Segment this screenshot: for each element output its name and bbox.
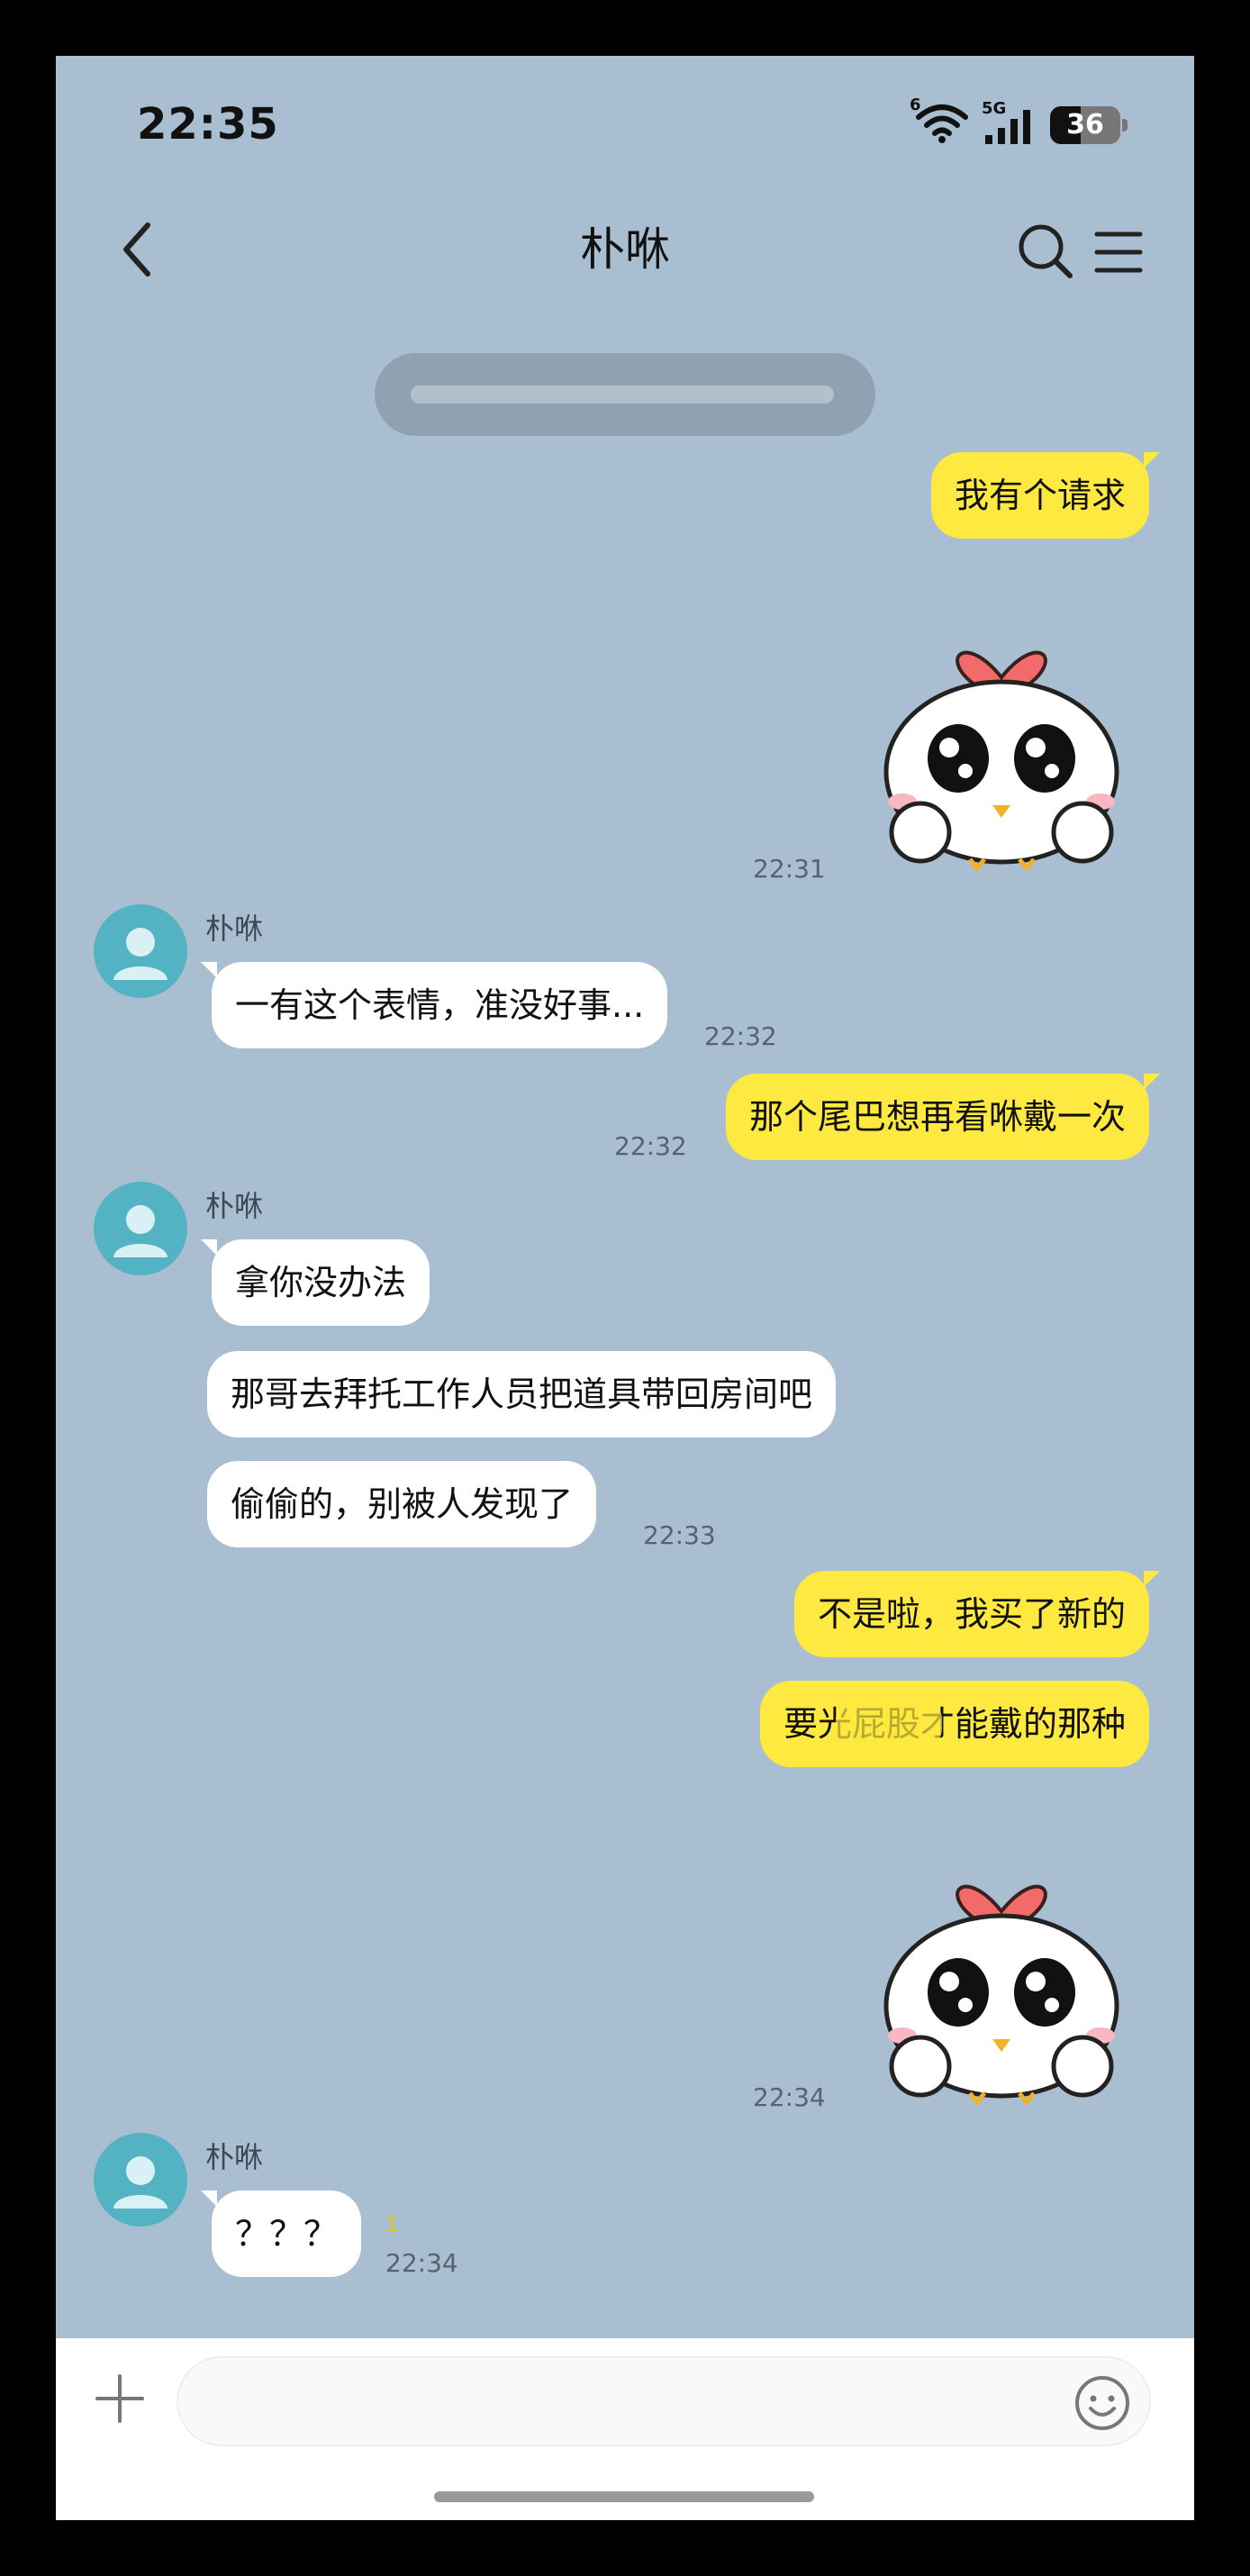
chick-heart-sticker[interactable] xyxy=(866,1812,1137,2109)
blurred-text xyxy=(411,385,834,404)
chick-heart-sticker[interactable] xyxy=(866,578,1137,875)
status-icons: 6 5G 36 xyxy=(910,95,1128,148)
battery-level: 36 xyxy=(1066,109,1104,141)
message-input[interactable] xyxy=(177,2356,1151,2446)
message-text: 要光屁股才能戴的那种 xyxy=(783,1704,1126,1744)
wifi-badge: 6 xyxy=(910,95,921,114)
sender-name: 朴咻 xyxy=(205,1189,264,1223)
message-bubble-incoming[interactable]: 拿你没办法 xyxy=(200,1239,430,1326)
system-notice xyxy=(375,353,875,436)
avatar[interactable] xyxy=(94,904,187,998)
message-bubble-incoming[interactable]: 一有这个表情，准没好事... xyxy=(200,962,668,1048)
input-bar xyxy=(56,2338,1194,2520)
message-bubble-outgoing[interactable]: 要光屁股才能戴的那种 xyxy=(759,1681,1149,1767)
plus-icon[interactable] xyxy=(92,2371,148,2426)
status-time: 22:35 xyxy=(137,99,279,150)
home-indicator xyxy=(434,2491,814,2502)
message-time: 22:32 xyxy=(704,1021,777,1051)
battery-icon: 36 xyxy=(1050,106,1128,144)
sender-name: 朴咻 xyxy=(205,912,264,946)
message-bubble-incoming[interactable]: 那哥去拜托工作人员把道具带回房间吧 xyxy=(207,1351,837,1438)
message-bubble-outgoing[interactable]: 我有个请求 xyxy=(930,452,1161,539)
search-icon[interactable] xyxy=(1014,220,1077,283)
avatar[interactable] xyxy=(94,2133,187,2227)
message-bubble-incoming[interactable]: 偷偷的，别被人发现了 xyxy=(207,1461,597,1547)
wifi-icon: 6 xyxy=(910,95,969,148)
message-bubble-outgoing[interactable]: 不是啦，我买了新的 xyxy=(793,1571,1161,1657)
sender-name: 朴咻 xyxy=(205,2140,264,2174)
emoji-icon[interactable] xyxy=(1073,2374,1131,2432)
message-bubble-outgoing[interactable]: 那个尾巴想再看咻戴一次 xyxy=(725,1074,1161,1160)
avatar[interactable] xyxy=(94,1182,187,1275)
signal-icon: 5G xyxy=(982,99,1037,146)
message-time: 22:34 xyxy=(753,2082,826,2112)
menu-icon[interactable] xyxy=(1091,225,1146,279)
message-bubble-incoming[interactable]: ？？？ xyxy=(200,2191,362,2277)
blur-overlay xyxy=(835,1702,942,1746)
message-time: 22:31 xyxy=(753,854,826,884)
message-time: 22:34 xyxy=(385,2248,458,2278)
message-time: 22:32 xyxy=(614,1131,687,1161)
unread-count: 1 xyxy=(385,2212,400,2237)
message-time: 22:33 xyxy=(643,1520,716,1550)
chat-screen: 22:35 6 5G 36 朴咻 我有个请求 22:31 朴咻 一有这个表情，准… xyxy=(56,56,1194,2520)
